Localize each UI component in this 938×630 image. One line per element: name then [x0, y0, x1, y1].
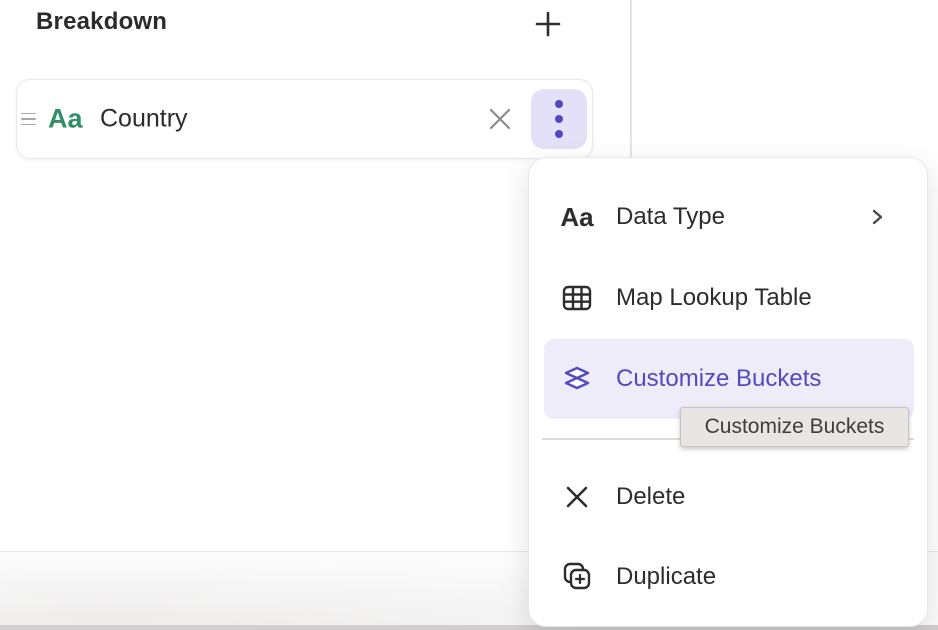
tooltip: Customize Buckets — [680, 407, 909, 447]
plus-icon — [533, 9, 563, 39]
table-icon — [561, 282, 593, 314]
property-options-menu: Aa Data Type Map Lookup Table — [528, 157, 928, 627]
delete-x-icon — [561, 481, 593, 513]
add-breakdown-button[interactable] — [528, 4, 568, 44]
page-title: Breakdown — [36, 8, 167, 36]
buckets-stack-icon — [561, 363, 593, 395]
breakdown-property-card[interactable]: Aa Country — [16, 79, 593, 159]
duplicate-copy-icon — [561, 561, 593, 593]
drag-handle-icon[interactable] — [21, 109, 41, 129]
chevron-right-icon — [869, 208, 885, 226]
remove-property-button[interactable] — [483, 102, 517, 136]
menu-item-map-lookup-table[interactable]: Map Lookup Table — [529, 258, 927, 338]
more-options-button[interactable] — [531, 89, 587, 149]
breakdown-panel: Breakdown Aa Country — [0, 0, 938, 630]
property-name: Country — [100, 107, 188, 132]
menu-item-duplicate[interactable]: Duplicate — [529, 537, 927, 617]
text-type-icon: Aa — [48, 106, 83, 133]
close-icon — [487, 106, 513, 132]
text-type-icon: Aa — [561, 201, 593, 233]
kebab-menu-icon — [554, 99, 564, 139]
menu-item-delete[interactable]: Delete — [529, 457, 927, 537]
menu-item-data-type[interactable]: Aa Data Type — [529, 177, 927, 257]
